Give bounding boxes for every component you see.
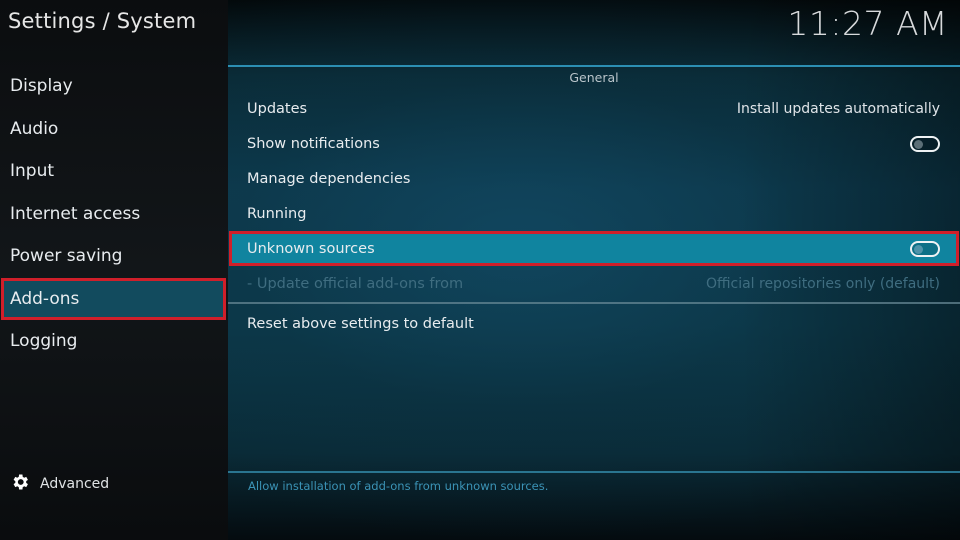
setting-label: Reset above settings to default <box>247 315 474 332</box>
setting-value: Official repositories only (default) <box>705 275 940 292</box>
toggle-knob <box>914 244 923 254</box>
setting-label: Manage dependencies <box>247 170 411 187</box>
page-title: Settings / System <box>8 9 197 33</box>
setting-updates[interactable]: Updates Install updates automatically <box>228 91 960 126</box>
clock: 11:27 AM <box>787 4 948 43</box>
setting-label: Updates <box>247 100 308 117</box>
setting-description: Allow installation of add-ons from unkno… <box>248 479 549 493</box>
section-header: General <box>569 70 619 85</box>
gear-icon <box>10 472 40 496</box>
show-notifications-toggle[interactable] <box>910 135 940 152</box>
sidebar-item-internet-access[interactable]: Internet access <box>0 193 228 236</box>
setting-manage-dependencies[interactable]: Manage dependencies <box>228 161 960 196</box>
setting-label: - Update official add-ons from <box>247 275 464 292</box>
setting-running[interactable]: Running <box>228 196 960 231</box>
sidebar-item-audio[interactable]: Audio <box>0 108 228 151</box>
advanced-label: Advanced <box>40 476 110 492</box>
sidebar-item-logging[interactable]: Logging <box>0 320 228 363</box>
advanced-settings-level-button[interactable]: Advanced <box>10 472 109 496</box>
sidebar-item-display[interactable]: Display <box>0 65 228 108</box>
unknown-sources-toggle[interactable] <box>910 240 940 257</box>
settings-separator <box>228 302 960 304</box>
setting-update-official-addons-from: - Update official add-ons from Official … <box>228 266 960 301</box>
toggle-knob <box>914 139 923 149</box>
reset-settings-button[interactable]: Reset above settings to default <box>228 306 960 341</box>
sidebar-menu: Display Audio Input Internet access Powe… <box>0 65 228 363</box>
header-divider <box>228 65 960 67</box>
setting-label: Unknown sources <box>247 240 375 257</box>
setting-label: Show notifications <box>247 135 380 152</box>
setting-label: Running <box>247 205 307 222</box>
sidebar-item-power-saving[interactable]: Power saving <box>0 235 228 278</box>
description-divider <box>228 471 960 473</box>
setting-value: Install updates automatically <box>736 100 940 117</box>
settings-list: Updates Install updates automatically Sh… <box>228 91 960 341</box>
sidebar-item-add-ons[interactable]: Add-ons <box>1 277 226 320</box>
setting-unknown-sources[interactable]: Unknown sources <box>229 231 959 266</box>
setting-show-notifications[interactable]: Show notifications <box>228 126 960 161</box>
sidebar-item-input[interactable]: Input <box>0 150 228 193</box>
